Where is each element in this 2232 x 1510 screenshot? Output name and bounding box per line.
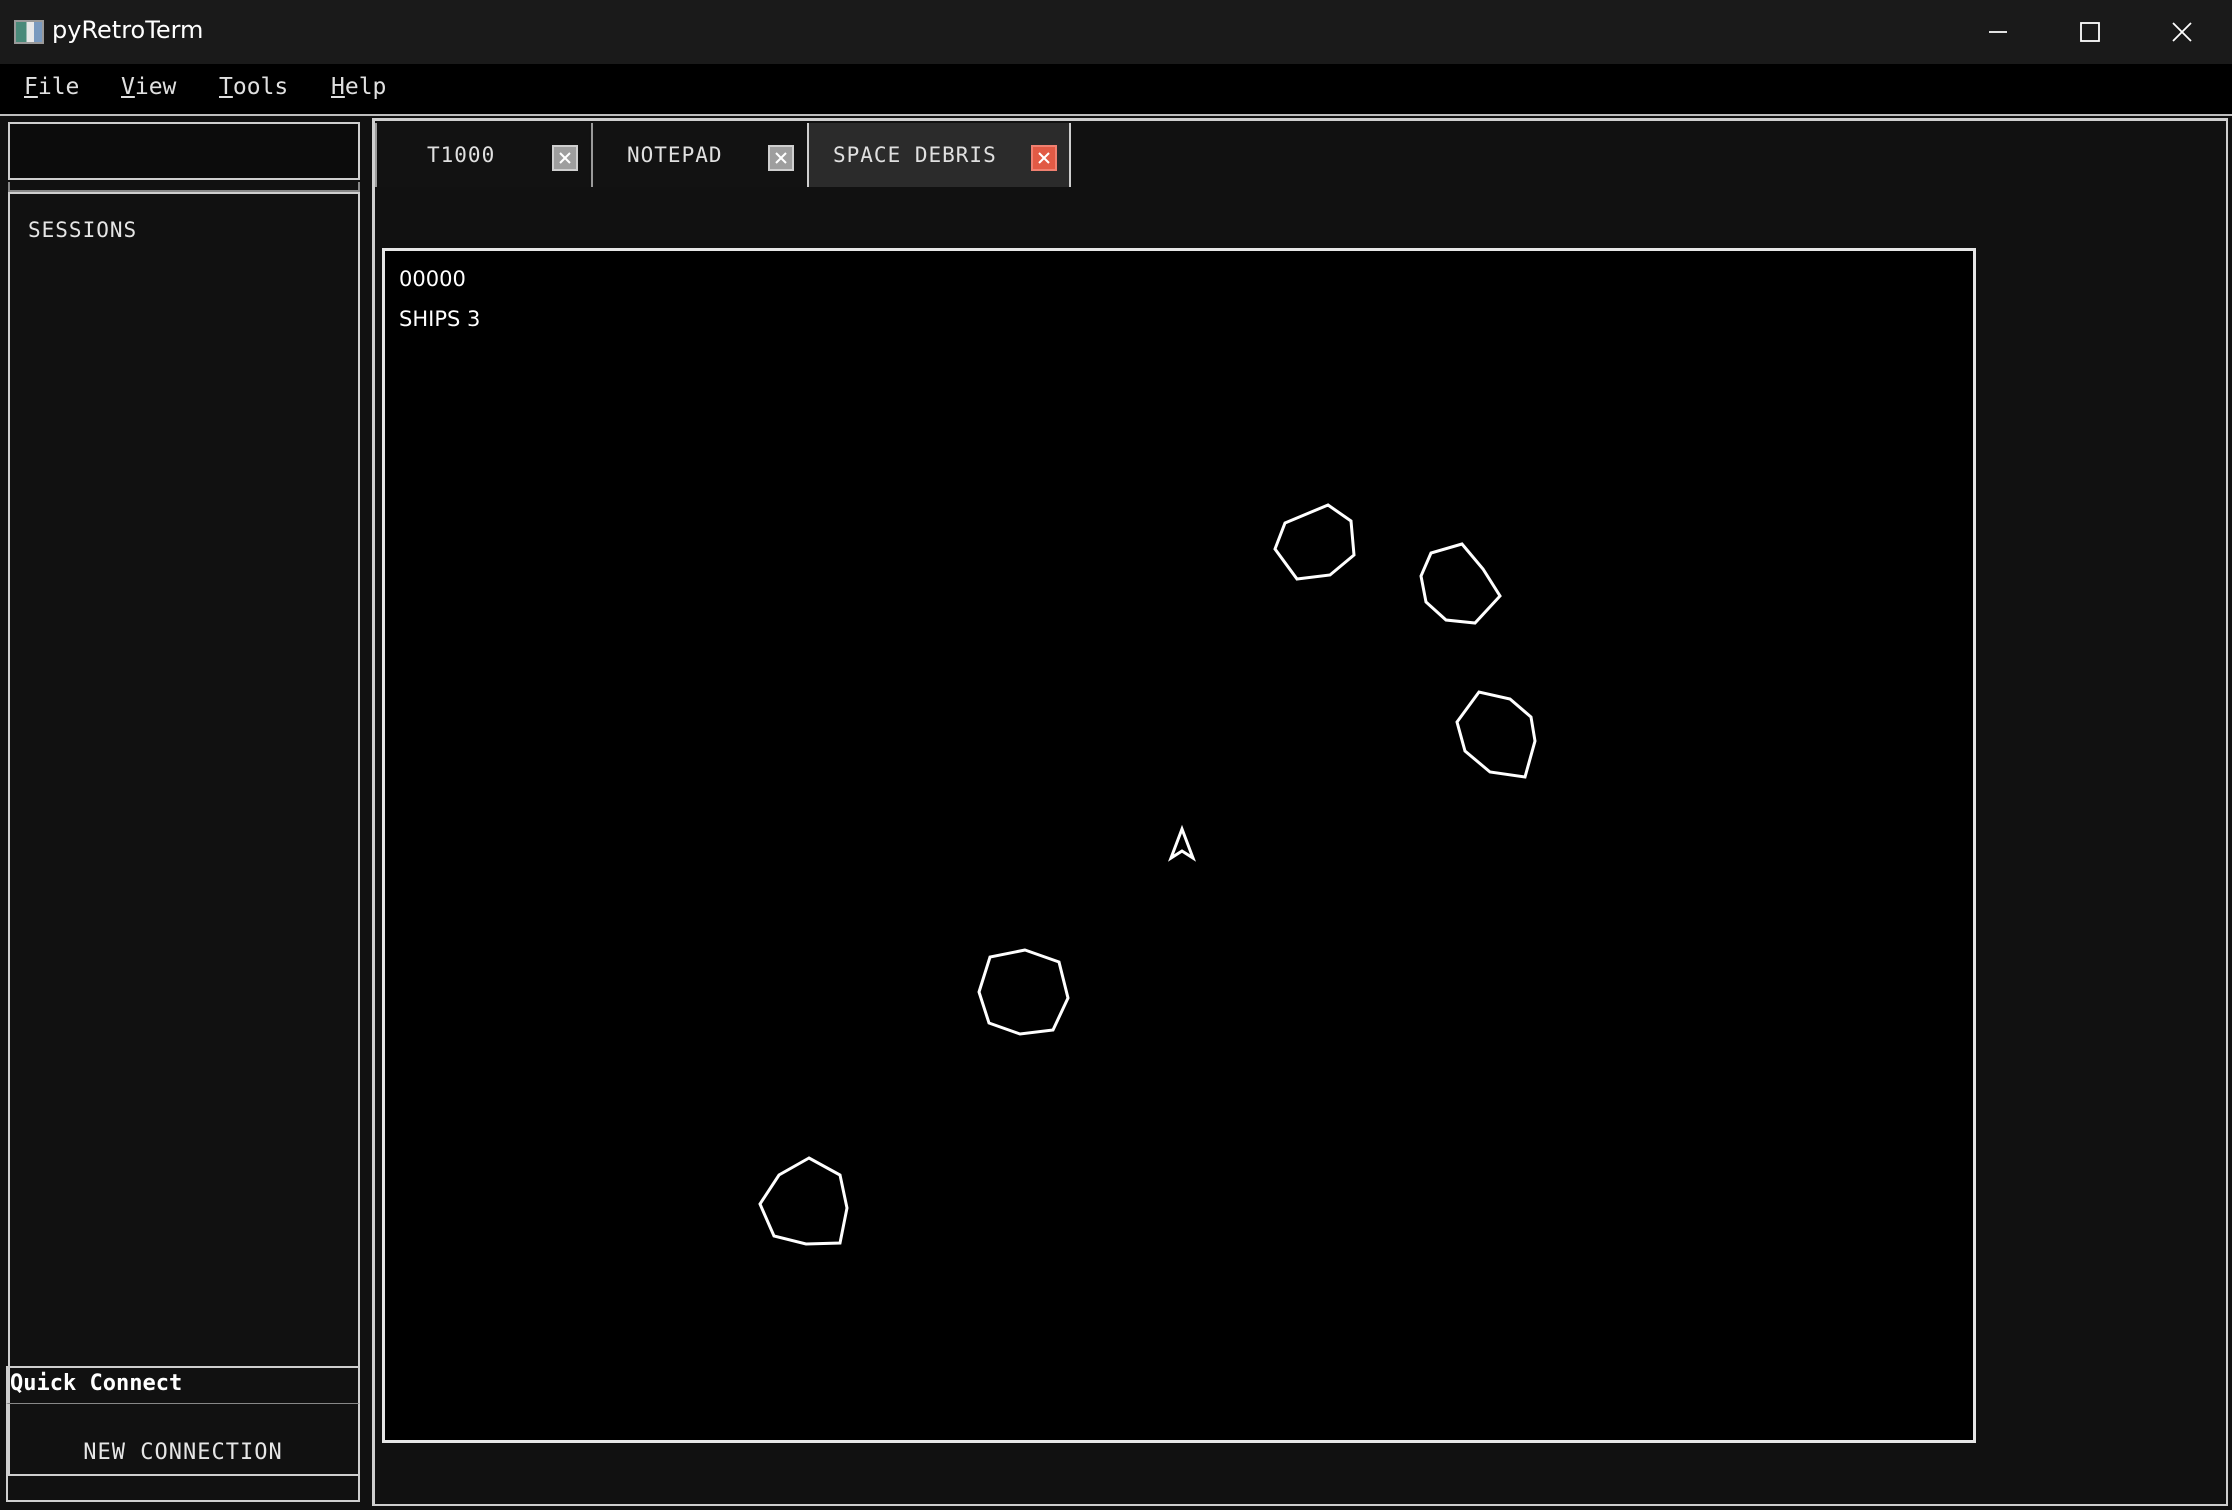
window-title: pyRetroTerm [52, 16, 204, 44]
game-field [758, 503, 1537, 1246]
game-canvas[interactable]: 00000 SHIPS 3 [382, 248, 1976, 1443]
tab-space-debris-label: SPACE DEBRIS [833, 143, 997, 167]
tab-t1000[interactable]: T1000 [375, 123, 589, 187]
menu-help[interactable]: Help [331, 74, 386, 100]
menu-view[interactable]: View [121, 74, 176, 100]
menu-file-label: ile [37, 74, 80, 100]
tab-notepad[interactable]: NOTEPAD [591, 123, 805, 187]
minimize-icon [1989, 31, 2007, 33]
asteroid-2 [1419, 542, 1502, 625]
menu-help-label: elp [344, 74, 387, 100]
sessions-label: SESSIONS [28, 218, 138, 242]
menu-tools[interactable]: Tools [219, 74, 288, 100]
sidebar-divider [8, 182, 360, 192]
menu-file[interactable]: File [24, 74, 79, 100]
menu-view-label: iew [134, 74, 177, 100]
asteroid-5 [758, 1156, 849, 1246]
menu-bar: File View Tools Help [0, 64, 2232, 116]
tab-space-debris-close-icon[interactable] [1031, 145, 1057, 171]
minimize-button[interactable] [1952, 0, 2044, 64]
menu-tools-label: ools [232, 74, 289, 100]
maximize-icon [2080, 22, 2100, 42]
close-button[interactable] [2136, 0, 2228, 64]
new-connection-button[interactable]: NEW CONNECTION [6, 1404, 360, 1502]
menu-view-mnemonic: V [121, 74, 135, 100]
app-icon [14, 20, 44, 44]
asteroid-4 [977, 948, 1070, 1036]
tab-notepad-label: NOTEPAD [627, 143, 723, 167]
menu-help-mnemonic: H [331, 74, 345, 100]
tab-notepad-close-icon[interactable] [768, 145, 794, 171]
sidebar-search-input[interactable] [8, 122, 360, 180]
title-bar: pyRetroTerm [0, 0, 2232, 66]
asteroid-3 [1455, 690, 1537, 779]
tab-space-debris[interactable]: SPACE DEBRIS [807, 123, 1071, 187]
close-icon [2172, 22, 2192, 42]
tab-t1000-close-icon[interactable] [552, 145, 578, 171]
sessions-panel[interactable] [8, 192, 360, 1476]
menu-tools-mnemonic: T [219, 74, 233, 100]
menu-file-mnemonic: F [24, 74, 38, 100]
maximize-button[interactable] [2044, 0, 2136, 64]
player-ship-icon [1167, 824, 1197, 862]
sidebar: SESSIONS Quick Connect NEW CONNECTION [4, 118, 362, 1504]
asteroid-1 [1273, 503, 1356, 581]
tab-t1000-label: T1000 [427, 143, 496, 167]
quick-connect-label: Quick Connect [6, 1366, 360, 1404]
